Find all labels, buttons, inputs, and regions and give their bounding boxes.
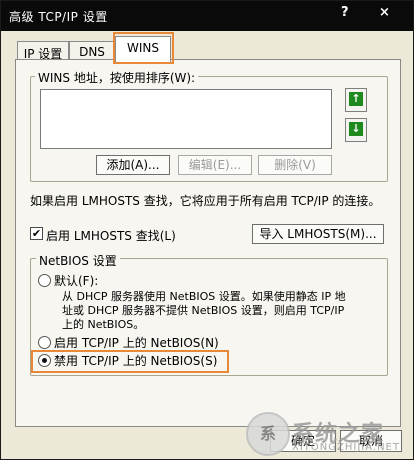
tab-label: DNS [79, 45, 105, 59]
tab-ip-settings[interactable]: IP 设置 [17, 41, 69, 61]
netbios-default-label: 默认(F): [54, 274, 99, 288]
disable-netbios-highlight [31, 350, 229, 373]
down-arrow-icon: ↓ [349, 122, 363, 136]
close-icon[interactable]: × [379, 5, 390, 20]
move-down-button[interactable]: ↓ [345, 118, 367, 142]
netbios-group-legend: NetBIOS 设置 [36, 252, 120, 269]
title-bar[interactable]: 高级 TCP/IP 设置 ? × [1, 1, 413, 31]
up-arrow-icon: ↑ [349, 92, 363, 106]
netbios-default-desc-3: 上的 NetBIOS。 [62, 318, 145, 331]
netbios-enable-radio[interactable] [38, 336, 51, 349]
netbios-enable-label: 启用 TCP/IP 上的 NetBIOS(N) [54, 336, 219, 350]
netbios-default-radio[interactable] [38, 274, 51, 287]
lmhosts-info-text: 如果启用 LMHOSTS 查找，它将应用于所有启用 TCP/IP 的连接。 [30, 194, 381, 208]
help-icon[interactable]: ? [341, 5, 349, 20]
lmhosts-checkbox[interactable]: ✔ [30, 227, 43, 240]
window-title: 高级 TCP/IP 设置 [9, 10, 108, 24]
watermark: 系 系统之家 XITONGZHIJIA.NET [246, 412, 412, 458]
move-up-button[interactable]: ↑ [345, 88, 367, 112]
watermark-subtext: XITONGZHIJIA.NET [292, 442, 400, 453]
edit-button[interactable]: 编辑(E)... [178, 155, 252, 175]
lmhosts-checkbox-label: 启用 LMHOSTS 查找(L) [46, 229, 176, 243]
wins-address-list[interactable] [40, 89, 332, 149]
wins-group-legend: WINS 地址，按使用排序(W): [35, 69, 199, 86]
import-lmhosts-button[interactable]: 导入 LMHOSTS(M)... [252, 224, 384, 244]
add-button[interactable]: 添加(A)... [96, 155, 170, 175]
delete-button[interactable]: 删除(V) [258, 155, 332, 175]
wins-tab-highlight [113, 32, 174, 64]
watermark-logo-icon: 系 [246, 412, 290, 456]
tab-dns[interactable]: DNS [69, 41, 115, 60]
